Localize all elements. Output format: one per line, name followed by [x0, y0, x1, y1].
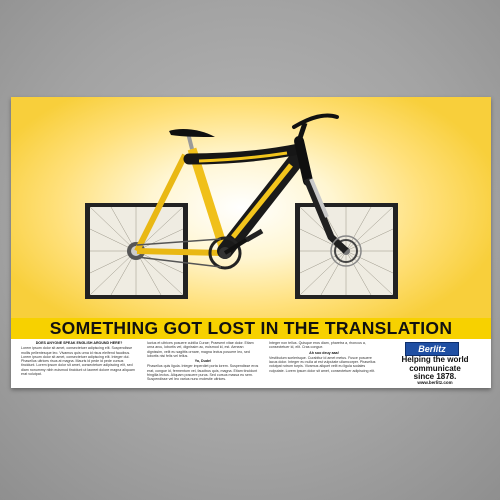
- column-text: Vestibulum scelerisque. Curabitur id ame…: [269, 355, 376, 373]
- column-subhead: Yo, Dude!: [194, 359, 212, 364]
- front-square-wheel: [295, 203, 398, 299]
- column-heading: DOES ANYONE SPEAK ENGLISH AROUND HERE?: [35, 341, 123, 345]
- headline-banner: SOMETHING GOT LOST IN THE TRANSLATION: [11, 318, 491, 339]
- column-subhead: Ah soo deuy aaa!: [309, 350, 339, 355]
- copy-column-1: DOES ANYONE SPEAK ENGLISH AROUND HERE? L…: [21, 341, 137, 376]
- copy-column-3: Integer non tellus. Quisque eros diam, p…: [269, 341, 379, 373]
- column-text: Phasellus quis ligula. Integer imperdiet…: [147, 364, 259, 382]
- column-text: luctus et ultrices posuere cubilia Curae…: [147, 341, 254, 358]
- body-copy-area: DOES ANYONE SPEAK ENGLISH AROUND HERE? L…: [11, 339, 491, 388]
- tagline: Helping the world communicate since 1878…: [387, 355, 483, 382]
- brand-name: Berlitz: [418, 344, 446, 354]
- column-text: Integer non tellus. Quisque eros diam, p…: [269, 341, 366, 350]
- advertisement-poster: SOMETHING GOT LOST IN THE TRANSLATION DO…: [11, 97, 491, 388]
- headline-text: SOMETHING GOT LOST IN THE TRANSLATION: [49, 318, 453, 338]
- column-text: Lorem ipsum dolor sit amet, consectetuer…: [21, 346, 135, 377]
- berlitz-logo: Berlitz: [405, 342, 459, 356]
- website-text: www.berlitz.com: [417, 380, 453, 385]
- bicycle-illustration: [85, 113, 398, 299]
- copy-column-2: luctus et ultrices posuere cubilia Curae…: [147, 341, 259, 382]
